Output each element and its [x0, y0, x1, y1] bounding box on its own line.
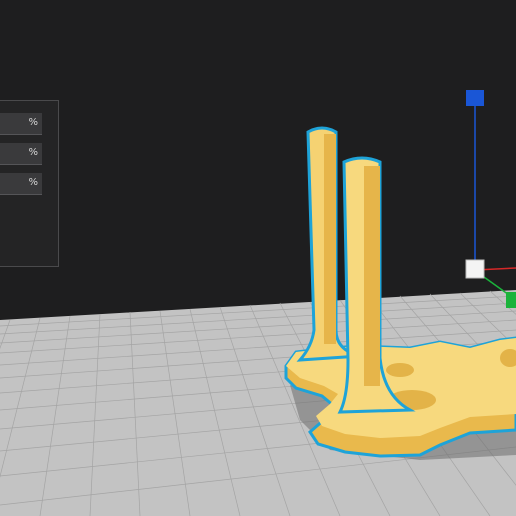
- scale-panel: % % %: [0, 100, 59, 267]
- scale-z-field[interactable]: %: [0, 173, 42, 195]
- scale-z-unit: %: [28, 177, 38, 188]
- model-pillar-front-shade: [364, 166, 380, 386]
- scale-x-unit: %: [28, 117, 38, 128]
- y-axis-handle-icon[interactable]: [506, 292, 516, 308]
- background: [0, 0, 516, 320]
- origin-handle-icon[interactable]: [465, 259, 485, 279]
- scale-x-field[interactable]: %: [0, 113, 42, 135]
- scene: [0, 0, 516, 516]
- model-pillar-back-shade: [324, 134, 336, 344]
- z-axis-handle-icon[interactable]: [466, 90, 484, 106]
- scale-y-field[interactable]: %: [0, 143, 42, 165]
- 3d-viewport[interactable]: % % %: [0, 0, 516, 516]
- model-hole-1: [386, 363, 414, 377]
- scale-y-unit: %: [28, 147, 38, 158]
